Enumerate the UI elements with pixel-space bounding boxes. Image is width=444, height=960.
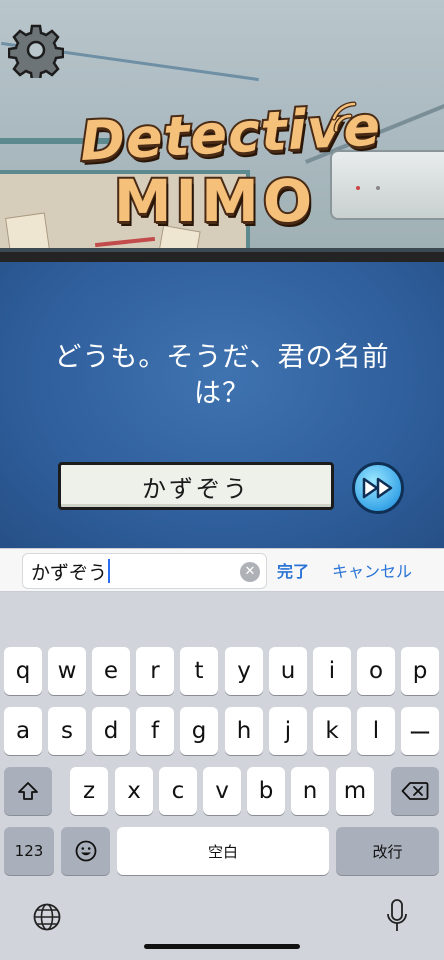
delete-key[interactable]	[391, 767, 439, 815]
key-p[interactable]: p	[401, 647, 439, 695]
text-field-value: かずぞう	[31, 561, 108, 584]
home-indicator[interactable]	[144, 944, 300, 949]
dialog-prompt-line1: どうも。そうだ、君の名前	[54, 342, 390, 373]
led	[356, 186, 360, 190]
game-scene: Detective MIMO	[0, 0, 444, 262]
signal-waves-icon	[331, 101, 357, 133]
key-u[interactable]: u	[269, 647, 307, 695]
game-logo: Detective MIMO	[77, 92, 385, 245]
microphone-icon[interactable]	[386, 898, 408, 934]
space-key[interactable]: 空白	[117, 827, 329, 875]
key-c[interactable]: c	[159, 767, 197, 815]
key-y[interactable]: y	[225, 647, 263, 695]
key-q[interactable]: q	[4, 647, 42, 695]
key-w[interactable]: w	[48, 647, 86, 695]
shift-icon	[18, 782, 38, 800]
settings-gear-button[interactable]	[7, 22, 65, 82]
key-x[interactable]: x	[115, 767, 153, 815]
key-e[interactable]: e	[92, 647, 130, 695]
key-o[interactable]: o	[357, 647, 395, 695]
software-keyboard: q w e r t y u i o p a s d f g h j k l ー …	[0, 592, 444, 960]
dialog-prompt-line2: は？	[194, 378, 250, 409]
key-n[interactable]: n	[291, 767, 329, 815]
dialog-prompt: どうも。そうだ、君の名前 は？	[30, 340, 414, 412]
key-f[interactable]: f	[136, 707, 174, 755]
key-d[interactable]: d	[92, 707, 130, 755]
key-b[interactable]: b	[247, 767, 285, 815]
globe-icon[interactable]	[32, 902, 62, 932]
key-i[interactable]: i	[313, 647, 351, 695]
key-a[interactable]: a	[4, 707, 42, 755]
name-entry-box[interactable]: かずぞう	[58, 462, 334, 510]
fast-forward-icon	[362, 477, 393, 499]
key-v[interactable]: v	[203, 767, 241, 815]
shift-key[interactable]	[4, 767, 52, 815]
done-button[interactable]: 完了	[277, 558, 309, 582]
key-t[interactable]: t	[180, 647, 218, 695]
key-long-dash[interactable]: ー	[401, 707, 439, 755]
key-g[interactable]: g	[180, 707, 218, 755]
logo-title-line1: Detective	[77, 92, 385, 175]
scene-border	[0, 252, 444, 262]
key-j[interactable]: j	[269, 707, 307, 755]
emoji-key[interactable]	[61, 827, 110, 875]
led	[376, 186, 380, 190]
key-m[interactable]: m	[336, 767, 374, 815]
backspace-icon	[401, 782, 429, 800]
text-input-bar: かずぞう ✕ 完了 キャンセル	[0, 548, 444, 592]
numbers-key[interactable]: 123	[4, 827, 54, 875]
logo-title-line2: MIMO	[112, 165, 317, 237]
fast-forward-button[interactable]	[352, 462, 404, 514]
clear-text-button[interactable]: ✕	[240, 562, 260, 582]
name-text-field[interactable]: かずぞう ✕	[22, 553, 267, 589]
key-l[interactable]: l	[357, 707, 395, 755]
return-key[interactable]: 改行	[336, 827, 439, 875]
cancel-button[interactable]: キャンセル	[332, 558, 412, 582]
emoji-icon	[75, 840, 96, 862]
gear-icon	[7, 24, 65, 82]
key-h[interactable]: h	[225, 707, 263, 755]
key-r[interactable]: r	[136, 647, 174, 695]
text-caret	[108, 559, 111, 583]
key-z[interactable]: z	[70, 767, 108, 815]
key-s[interactable]: s	[48, 707, 86, 755]
dialog-panel: どうも。そうだ、君の名前 は？ かずぞう	[0, 262, 444, 548]
key-k[interactable]: k	[313, 707, 351, 755]
